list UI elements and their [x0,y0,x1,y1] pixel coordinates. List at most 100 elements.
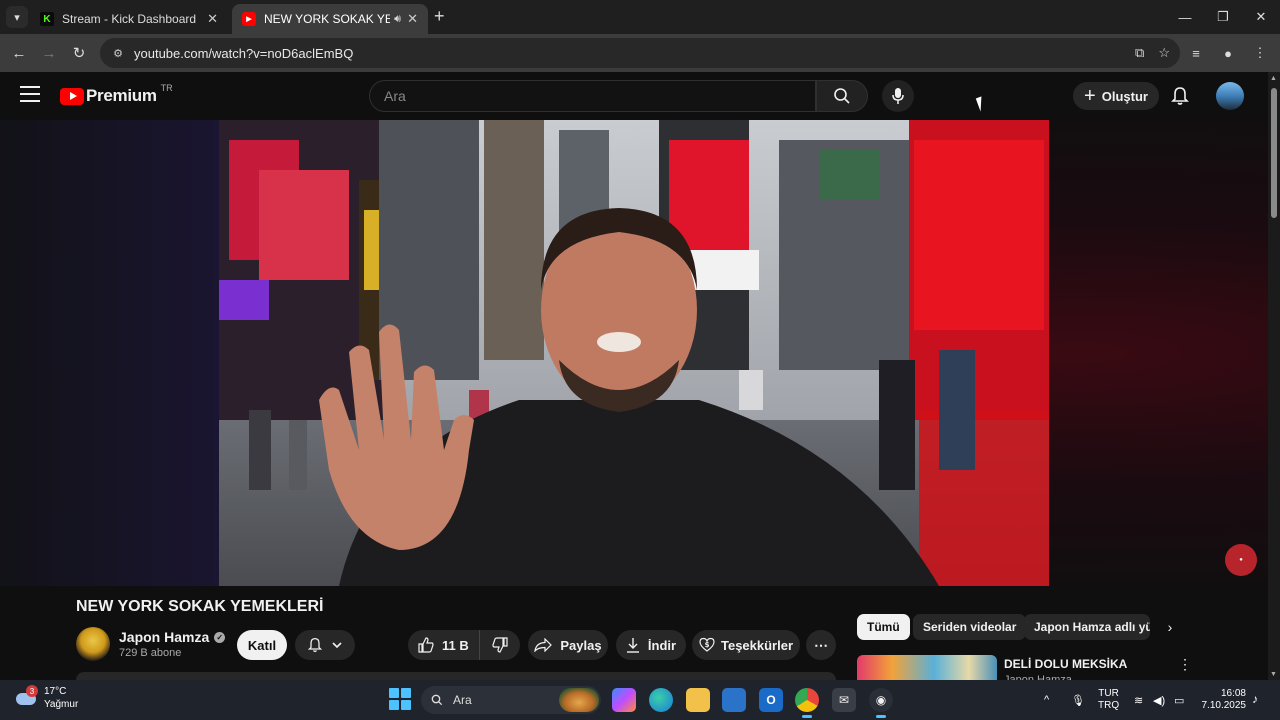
chip-series[interactable]: Seriden videolar [913,614,1027,640]
search-icon [431,694,443,706]
notification-bell-icon[interactable]: ♪ [1252,692,1258,706]
subscriber-count: 729 B abone [119,647,182,659]
create-label: Oluştur [1101,88,1148,104]
recommendation-menu-icon[interactable]: ⋮ [1178,656,1192,673]
tab-search-button[interactable]: ▾ [6,6,28,28]
channel-watermark-icon[interactable]: ● [1225,544,1257,576]
create-button[interactable]: + Oluştur [1073,82,1159,110]
bookmark-star-icon[interactable]: ☆ [1158,45,1170,61]
youtube-play-icon [60,87,84,105]
windows-taskbar: 3 17°C Yağmur [0,680,1280,720]
recommendation-thumbnail[interactable] [857,655,997,680]
microphone-icon [892,88,904,104]
thanks-button[interactable]: $ Teşekkürler [692,630,800,660]
restore-icon[interactable]: ❐ [1204,0,1242,34]
chrome-icon[interactable] [795,688,819,718]
subscription-bell-button[interactable] [295,630,355,660]
search-input[interactable]: Ara [369,80,816,112]
youtube-logo[interactable]: Premium TR [60,83,173,106]
youtube-header: Premium TR Ara + Oluştur [0,72,1268,120]
page-scrollbar[interactable]: ▲ ▼ [1268,72,1280,680]
menu-dots-icon[interactable]: ⋮ [1248,41,1272,65]
close-tab-icon[interactable]: ✕ [207,11,218,27]
share-button[interactable]: Paylaş [528,630,608,660]
wifi-icon[interactable]: ≋ [1134,680,1143,720]
weather-desc: Yağmur [44,699,79,710]
url-text[interactable]: youtube.com/watch?v=noD6aclEmBQ [134,46,353,61]
tab-strip: ▾ K Stream - Kick Dashboard ✕ ▶ NEW YORK… [0,0,1280,34]
more-actions-button[interactable]: ⋯ [806,630,836,660]
like-dislike-group: 11 B [408,630,520,660]
install-app-icon[interactable]: ⧉ [1135,45,1144,61]
address-bar[interactable]: ⚙ youtube.com/watch?v=noD6aclEmBQ ⧉ ☆ [100,38,1180,68]
dislike-button[interactable] [480,630,520,660]
tray-overflow-icon[interactable]: ^ [1044,680,1049,720]
scrollbar-thumb[interactable] [1271,88,1277,218]
video-player[interactable] [219,120,1049,586]
super-thanks-icon: $ [699,637,715,652]
windows-start-icon[interactable] [389,688,411,710]
scroll-down-icon[interactable]: ▼ [1270,671,1277,678]
weather-widget[interactable]: 3 17°C Yağmur [14,685,78,711]
search-button[interactable] [816,80,868,112]
window-controls: — ❐ ✕ [1166,0,1280,34]
weather-badge: 3 [26,685,38,697]
input-language[interactable]: TUR TRQ [1098,688,1119,712]
close-tab-icon[interactable]: ✕ [407,11,418,27]
close-window-icon[interactable]: ✕ [1242,0,1280,34]
battery-icon[interactable]: ▭ [1174,680,1184,720]
share-arrow-icon [534,638,553,652]
chevron-right-icon[interactable]: › [1160,617,1180,637]
minimize-icon[interactable]: — [1166,0,1204,34]
outlook-icon[interactable]: O [759,688,783,712]
system-clock[interactable]: 16:08 7.10.2025 [1200,688,1247,712]
edge-icon[interactable] [649,688,673,712]
chip-uploader[interactable]: Japon Hamza adlı yükleyici [1024,614,1150,640]
search-icon [834,88,850,104]
download-button[interactable]: İndir [616,630,686,660]
thumbs-up-icon [418,637,434,653]
kick-icon: K [40,12,54,26]
recommendation-title[interactable]: DELİ DOLU MEKSİKA [1004,657,1127,671]
forward-button[interactable]: → [34,38,64,68]
tab-youtube-video[interactable]: ▶ NEW YORK SOKAK YEMEKLERİ 🔊︎ ✕ [232,4,428,34]
new-tab-button[interactable]: + [434,6,445,27]
hamburger-menu-icon[interactable] [20,86,40,102]
volume-icon[interactable]: ◀︎) [1153,680,1165,720]
clock-date: 7.10.2025 [1201,700,1247,711]
profile-icon[interactable]: ● [1216,41,1240,65]
like-button[interactable]: 11 B [408,630,480,660]
join-button[interactable]: Katıl [237,630,287,660]
tab-kick-dashboard[interactable]: K Stream - Kick Dashboard ✕ [30,4,228,34]
notifications-bell-icon[interactable] [1170,86,1190,106]
video-frame-image [219,120,1049,586]
reload-button[interactable]: ↻ [64,38,94,68]
site-info-icon[interactable]: ⚙ [108,47,128,60]
channel-avatar[interactable] [76,627,110,661]
bell-icon [307,637,323,653]
back-button[interactable]: ← [4,38,34,68]
obs-icon[interactable]: ◉ [869,688,893,718]
media-controls-icon[interactable]: ≡ [1184,41,1208,65]
svg-text:$: $ [705,641,710,649]
file-explorer-icon[interactable] [686,688,710,712]
lang-bottom: TRQ [1098,700,1120,711]
chip-all[interactable]: Tümü [857,614,910,640]
channel-name[interactable]: Japon Hamza [119,629,209,645]
channel-name-row[interactable]: Japon Hamza ✓ [119,629,226,645]
scroll-up-icon[interactable]: ▲ [1270,75,1277,82]
account-avatar[interactable] [1216,82,1244,110]
voice-search-button[interactable] [882,80,914,112]
search-highlight-image [559,688,599,712]
plus-icon: + [1084,85,1096,107]
speaker-icon[interactable]: 🔊︎ [394,13,401,26]
taskbar-search-label: Ara [453,693,472,707]
taskbar-search[interactable]: Ara [421,686,601,714]
microsoft-store-icon[interactable] [722,688,746,712]
description-box[interactable] [76,672,836,680]
app-icon[interactable]: ✉ [832,688,856,712]
lang-top: TUR [1098,688,1119,699]
copilot-icon[interactable] [612,688,636,712]
microphone-tray-icon[interactable]: 🎙︎ [1071,680,1085,720]
video-title: NEW YORK SOKAK YEMEKLERİ [76,598,324,615]
